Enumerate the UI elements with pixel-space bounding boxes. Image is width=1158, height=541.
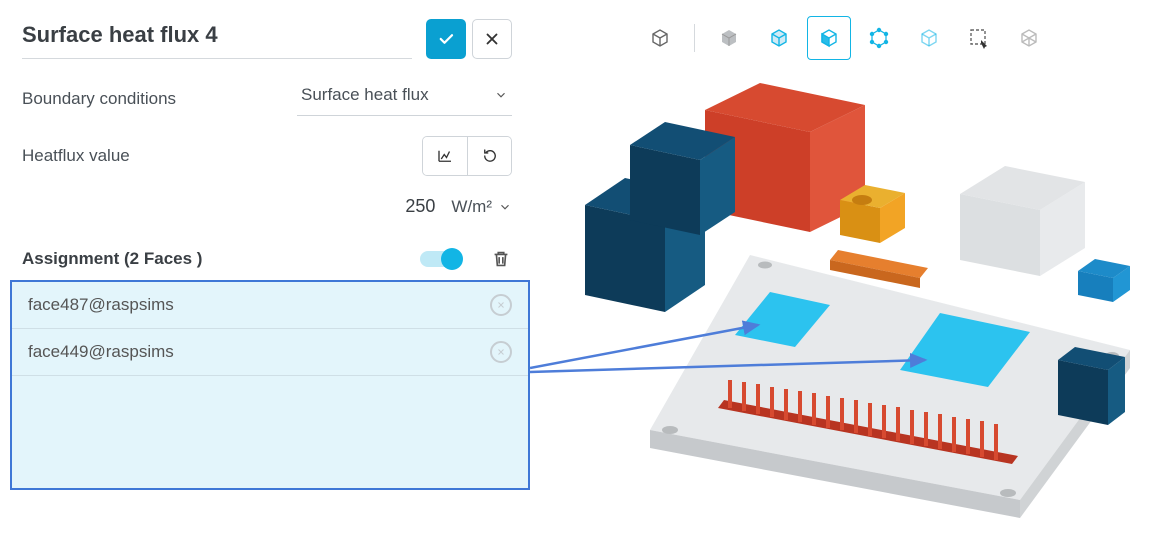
close-button[interactable] bbox=[472, 19, 512, 59]
darkblue2-front bbox=[630, 145, 700, 235]
front-face-cube-icon bbox=[817, 26, 841, 50]
front-face-cube-button[interactable] bbox=[807, 16, 851, 60]
assignment-list: face487@raspsims face449@raspsims bbox=[10, 280, 530, 490]
hole-icon bbox=[1000, 489, 1016, 497]
remove-assignment-button[interactable] bbox=[490, 294, 512, 316]
heatflux-label: Heatflux value bbox=[22, 146, 130, 166]
unit-label: W/m² bbox=[451, 197, 492, 217]
heatflux-actions bbox=[422, 136, 512, 176]
wireframe-cube-icon bbox=[648, 26, 672, 50]
model-view[interactable] bbox=[530, 60, 1158, 536]
unit-select[interactable]: W/m² bbox=[451, 197, 512, 217]
check-icon bbox=[437, 30, 455, 48]
assignment-controls bbox=[420, 248, 512, 270]
yellow-hole bbox=[852, 195, 872, 205]
boundary-value: Surface heat flux bbox=[301, 85, 429, 105]
vertices-cube-icon bbox=[867, 26, 891, 50]
heatflux-value-row: W/m² bbox=[22, 190, 512, 224]
chevron-down-icon bbox=[494, 88, 508, 102]
chart-button[interactable] bbox=[423, 137, 467, 175]
header-buttons bbox=[426, 19, 512, 59]
trash-icon[interactable] bbox=[490, 248, 512, 270]
hole-icon bbox=[662, 426, 678, 434]
close-icon bbox=[496, 347, 506, 357]
bounding-cube-button[interactable] bbox=[1007, 16, 1051, 60]
edges-cube-icon bbox=[767, 26, 791, 50]
heatflux-row: Heatflux value bbox=[22, 136, 512, 176]
wireframe-cube-button[interactable] bbox=[638, 16, 682, 60]
assignment-toggle[interactable] bbox=[420, 251, 460, 267]
assignment-item-label: face449@raspsims bbox=[28, 342, 174, 362]
assignment-item[interactable]: face487@raspsims bbox=[12, 282, 528, 329]
select-box-icon bbox=[967, 26, 991, 50]
transparent-cube-icon bbox=[917, 26, 941, 50]
remove-assignment-button[interactable] bbox=[490, 341, 512, 363]
reset-icon bbox=[481, 147, 499, 165]
edges-cube-button[interactable] bbox=[757, 16, 801, 60]
assignment-label: Assignment (2 Faces ) bbox=[22, 249, 202, 269]
select-box-button[interactable] bbox=[957, 16, 1001, 60]
assignment-row: Assignment (2 Faces ) bbox=[22, 248, 512, 270]
toolbar-separator bbox=[694, 24, 695, 52]
panel-title: Surface heat flux 4 bbox=[22, 18, 412, 59]
board-svg bbox=[530, 60, 1158, 536]
solid-cube-button[interactable] bbox=[707, 16, 751, 60]
port-front bbox=[1058, 360, 1108, 425]
close-icon bbox=[496, 300, 506, 310]
panel-header: Surface heat flux 4 bbox=[22, 18, 512, 59]
boundary-row: Boundary conditions Surface heat flux bbox=[22, 81, 512, 116]
view-toolbar bbox=[530, 16, 1158, 60]
boundary-label: Boundary conditions bbox=[22, 89, 176, 109]
bounding-cube-icon bbox=[1017, 26, 1041, 50]
chart-icon bbox=[436, 147, 454, 165]
confirm-button[interactable] bbox=[426, 19, 466, 59]
properties-panel: Surface heat flux 4 Boundary conditions … bbox=[0, 0, 530, 536]
assignment-item-label: face487@raspsims bbox=[28, 295, 174, 315]
reset-button[interactable] bbox=[467, 137, 511, 175]
solid-cube-icon bbox=[717, 26, 741, 50]
heatflux-input[interactable] bbox=[319, 190, 439, 224]
app-root: Surface heat flux 4 Boundary conditions … bbox=[0, 0, 1158, 536]
close-icon bbox=[483, 30, 501, 48]
assignment-item[interactable]: face449@raspsims bbox=[12, 329, 528, 376]
chevron-down-icon bbox=[498, 200, 512, 214]
vertices-cube-button[interactable] bbox=[857, 16, 901, 60]
viewport[interactable] bbox=[530, 0, 1158, 536]
hole-icon bbox=[758, 262, 772, 269]
boundary-select[interactable]: Surface heat flux bbox=[297, 81, 512, 116]
transparent-cube-button[interactable] bbox=[907, 16, 951, 60]
